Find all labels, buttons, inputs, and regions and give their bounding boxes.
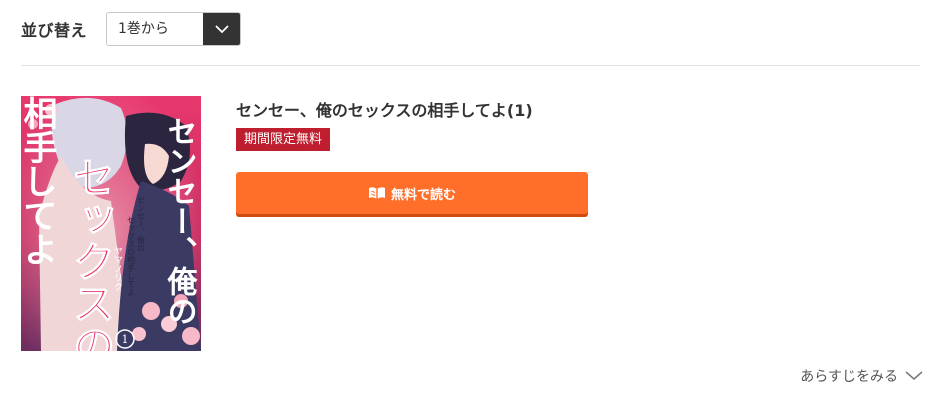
cover-title-main: セックスの (67, 156, 116, 351)
synopsis-label: あらすじをみる (800, 369, 898, 385)
cover-title-left: 相手してよ (21, 96, 57, 266)
chevron-down-icon (905, 371, 923, 381)
cover-title-right: センセー、俺の (162, 116, 199, 326)
cover-small-title-2: セックスの相手してよ (127, 216, 136, 296)
sort-select[interactable]: 1巻から (106, 12, 242, 46)
cover-small-title-1: センセー、俺の (137, 196, 146, 252)
sort-selected-value: 1巻から (118, 21, 169, 37)
book-title[interactable]: センセー、俺のセックスの相手してよ(1) (236, 97, 533, 121)
read-free-button[interactable]: 無料で読む (236, 172, 588, 214)
divider (21, 65, 920, 66)
sort-label: 並び替え (21, 21, 88, 40)
sort-bar: 並び替え 1巻から (21, 12, 242, 46)
book-cover[interactable]: センセー、俺の セックスの 相手してよ センセー、俺の セックスの相手してよ ヤ… (21, 96, 201, 351)
cover-author: ヤマノリク (112, 246, 123, 291)
book-open-icon (368, 186, 386, 200)
read-free-label: 無料で読む (390, 187, 456, 203)
synopsis-toggle[interactable]: あらすじをみる (800, 366, 923, 386)
chevron-down-icon (203, 13, 241, 45)
free-period-badge: 期間限定無料 (236, 128, 331, 151)
cover-volume: 1 (122, 333, 129, 346)
